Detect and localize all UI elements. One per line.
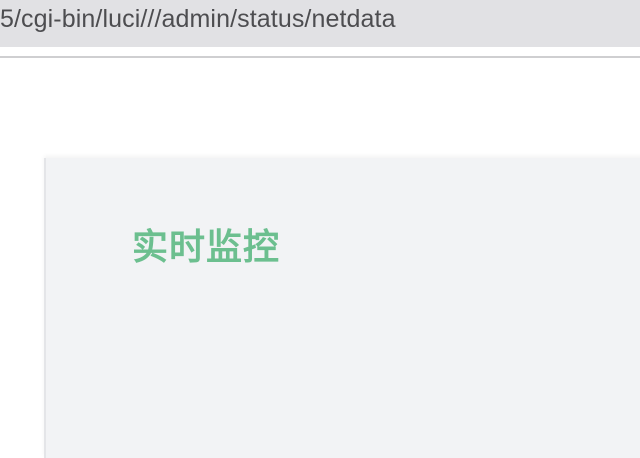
divider [0, 56, 640, 58]
address-bar[interactable]: 5/cgi-bin/luci///admin/status/netdata [0, 0, 640, 47]
url-text[interactable]: 5/cgi-bin/luci///admin/status/netdata [0, 5, 396, 34]
content-panel: 实时监控 [44, 158, 640, 458]
page-title: 实时监控 [132, 227, 281, 268]
